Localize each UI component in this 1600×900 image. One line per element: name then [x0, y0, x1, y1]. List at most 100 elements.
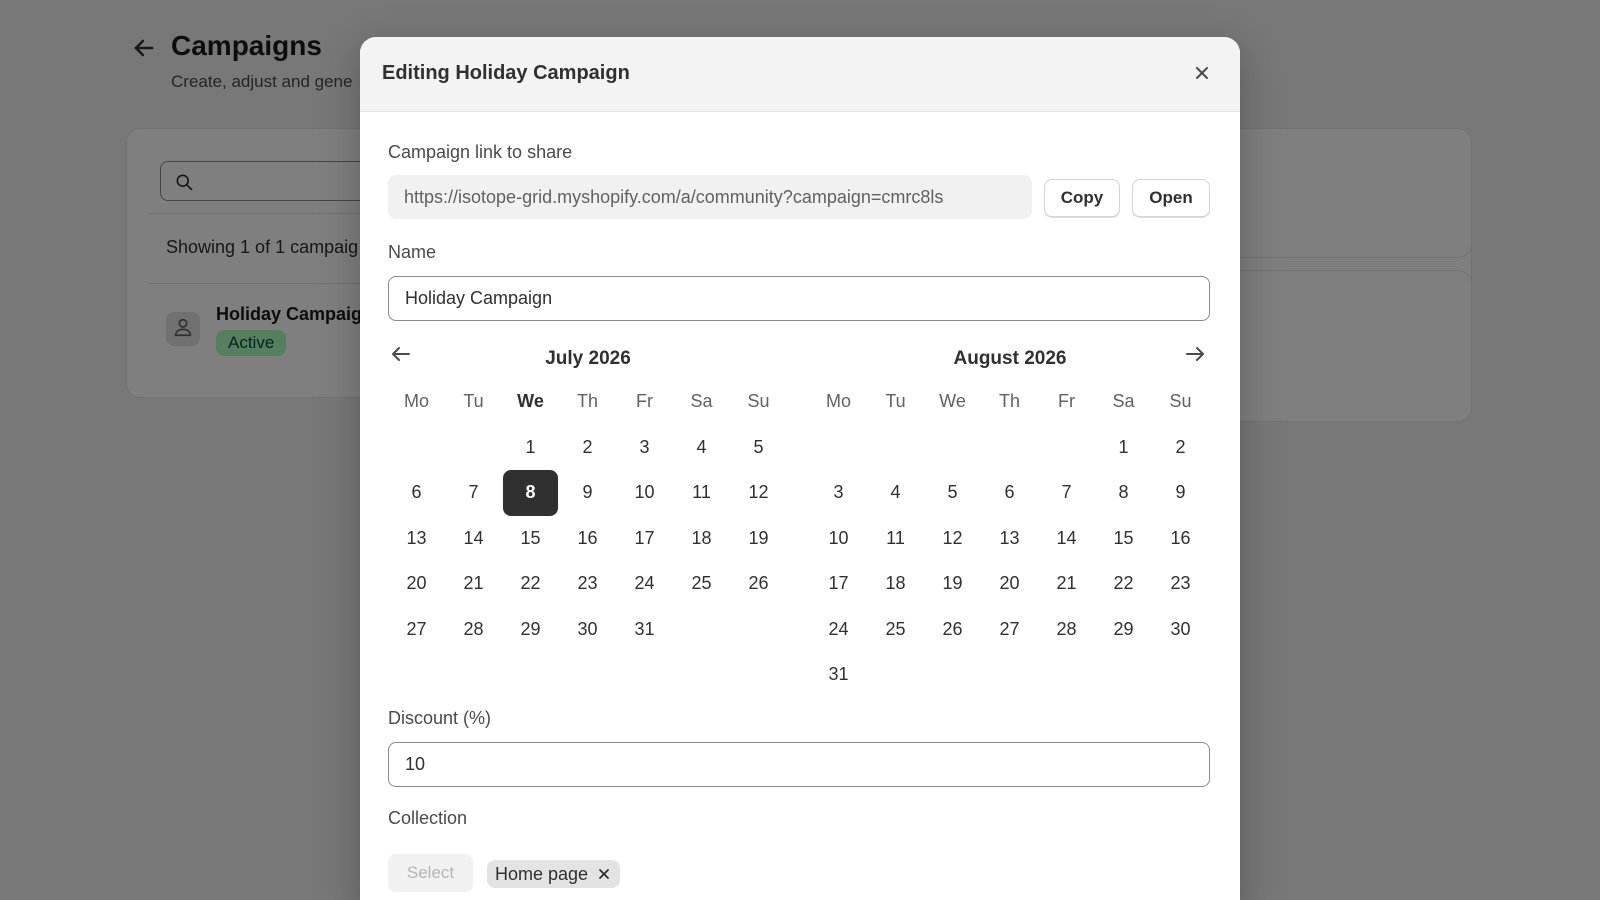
calendar-day[interactable]: 12	[731, 470, 786, 516]
weekday-label: Tu	[885, 391, 906, 412]
calendar-day[interactable]: 20	[389, 561, 444, 607]
calendar-day[interactable]: 19	[731, 516, 786, 562]
calendar-day[interactable]: 8	[1096, 470, 1151, 516]
month-title-left: July 2026	[545, 348, 631, 369]
calendar-day[interactable]: 19	[925, 561, 980, 607]
close-button[interactable]	[1190, 63, 1214, 87]
calendar-day[interactable]: 5	[925, 470, 980, 516]
prev-month-button[interactable]	[386, 341, 416, 371]
calendar-day[interactable]: 10	[617, 470, 672, 516]
calendar-day[interactable]: 11	[868, 516, 923, 562]
calendar-day[interactable]: 25	[868, 607, 923, 653]
calendar-day[interactable]: 28	[1039, 607, 1094, 653]
calendar-day[interactable]: 4	[868, 470, 923, 516]
calendar-day[interactable]: 9	[560, 470, 615, 516]
calendar-day[interactable]: 3	[811, 470, 866, 516]
weekday-label: Th	[576, 391, 598, 412]
campaign-link-field[interactable]: https://isotope-grid.myshopify.com/a/com…	[388, 175, 1032, 219]
calendar-day[interactable]: 7	[1039, 470, 1094, 516]
calendar-day[interactable]: 17	[811, 561, 866, 607]
weekday-label: We	[939, 391, 966, 412]
calendar-day[interactable]: 30	[1153, 607, 1208, 653]
calendar-day[interactable]: 2	[560, 425, 615, 471]
discount-field[interactable]: 10	[388, 742, 1210, 787]
calendar-day[interactable]: 6	[389, 470, 444, 516]
empty-day-cell	[1039, 425, 1094, 471]
copy-button[interactable]: Copy	[1044, 179, 1120, 217]
link-label: Campaign link to share	[388, 142, 573, 162]
weekday-label: Su	[1169, 391, 1192, 412]
calendar-day[interactable]: 5	[731, 425, 786, 471]
remove-tag-button[interactable]	[596, 866, 612, 882]
calendar-day[interactable]: 29	[503, 607, 558, 653]
calendar-day[interactable]: 15	[1096, 516, 1151, 562]
calendar-day[interactable]: 16	[560, 516, 615, 562]
calendar-day[interactable]: 2	[1153, 425, 1208, 471]
calendar-day[interactable]: 30	[560, 607, 615, 653]
calendar-day[interactable]: 3	[617, 425, 672, 471]
next-month-button[interactable]	[1180, 341, 1210, 371]
calendar-day[interactable]: 16	[1153, 516, 1208, 562]
calendar-day[interactable]: 27	[389, 607, 444, 653]
calendar-day[interactable]: 21	[446, 561, 501, 607]
month-title-right: August 2026	[953, 348, 1067, 369]
calendar-day[interactable]: 18	[868, 561, 923, 607]
discount-label: Discount (%)	[388, 708, 492, 728]
calendar-day[interactable]: 13	[982, 516, 1037, 562]
empty-day-cell	[389, 425, 444, 471]
empty-day-cell	[811, 425, 866, 471]
weekday-label: Mo	[403, 391, 429, 412]
calendar-day[interactable]: 10	[811, 516, 866, 562]
weekday-label: Su	[747, 391, 770, 412]
calendar-day[interactable]: 14	[446, 516, 501, 562]
calendar-day[interactable]: 6	[982, 470, 1037, 516]
modal-header: Editing Holiday Campaign	[360, 37, 1240, 112]
calendar-day-selected[interactable]: 8	[503, 470, 558, 516]
modal-title: Editing Holiday Campaign	[382, 62, 630, 84]
name-field[interactable]: Holiday Campaign	[388, 276, 1210, 321]
calendar-day[interactable]: 21	[1039, 561, 1094, 607]
weekday-label: Sa	[690, 391, 713, 412]
calendar-day[interactable]: 23	[1153, 561, 1208, 607]
calendar-day[interactable]: 31	[617, 607, 672, 653]
weekday-label: Fr	[1058, 391, 1075, 412]
calendar-day[interactable]: 14	[1039, 516, 1094, 562]
calendar-day[interactable]: 1	[503, 425, 558, 471]
empty-day-cell	[982, 425, 1037, 471]
calendar-day[interactable]: 4	[674, 425, 729, 471]
calendar-august: Mo Tu We Th Fr Sa Su 1 2 3 4 5 6 7 8 9 10 11 12 13 14 15 16 17 1…	[810, 379, 1209, 698]
edit-campaign-modal: Editing Holiday Campaign Campaign link t…	[360, 37, 1240, 900]
calendar-day[interactable]: 1	[1096, 425, 1151, 471]
calendar-day[interactable]: 23	[560, 561, 615, 607]
calendar-day[interactable]: 26	[731, 561, 786, 607]
calendar-day[interactable]: 25	[674, 561, 729, 607]
calendar-day[interactable]: 7	[446, 470, 501, 516]
collection-tag-label: Home page	[495, 863, 589, 884]
calendar-day[interactable]: 11	[674, 470, 729, 516]
weekday-label: Sa	[1112, 391, 1135, 412]
calendar-day[interactable]: 17	[617, 516, 672, 562]
weekday-label: Th	[998, 391, 1020, 412]
calendar-day[interactable]: 28	[446, 607, 501, 653]
open-button[interactable]: Open	[1132, 179, 1210, 217]
calendar-day[interactable]: 24	[617, 561, 672, 607]
calendar-day[interactable]: 26	[925, 607, 980, 653]
calendar-day[interactable]: 24	[811, 607, 866, 653]
empty-day-cell	[868, 425, 923, 471]
calendar-day[interactable]: 9	[1153, 470, 1208, 516]
calendar-day[interactable]: 31	[811, 652, 866, 698]
calendar-day[interactable]: 12	[925, 516, 980, 562]
arrow-right-icon	[1183, 342, 1207, 371]
close-icon	[1194, 65, 1210, 86]
calendar-day[interactable]: 13	[389, 516, 444, 562]
collection-select-button[interactable]: Select	[388, 854, 473, 892]
calendar-day[interactable]: 18	[674, 516, 729, 562]
calendar-day[interactable]: 22	[503, 561, 558, 607]
calendar-day[interactable]: 27	[982, 607, 1037, 653]
arrow-left-icon	[389, 342, 413, 371]
empty-day-cell	[446, 425, 501, 471]
calendar-day[interactable]: 29	[1096, 607, 1151, 653]
calendar-day[interactable]: 22	[1096, 561, 1151, 607]
calendar-day[interactable]: 20	[982, 561, 1037, 607]
calendar-day[interactable]: 15	[503, 516, 558, 562]
